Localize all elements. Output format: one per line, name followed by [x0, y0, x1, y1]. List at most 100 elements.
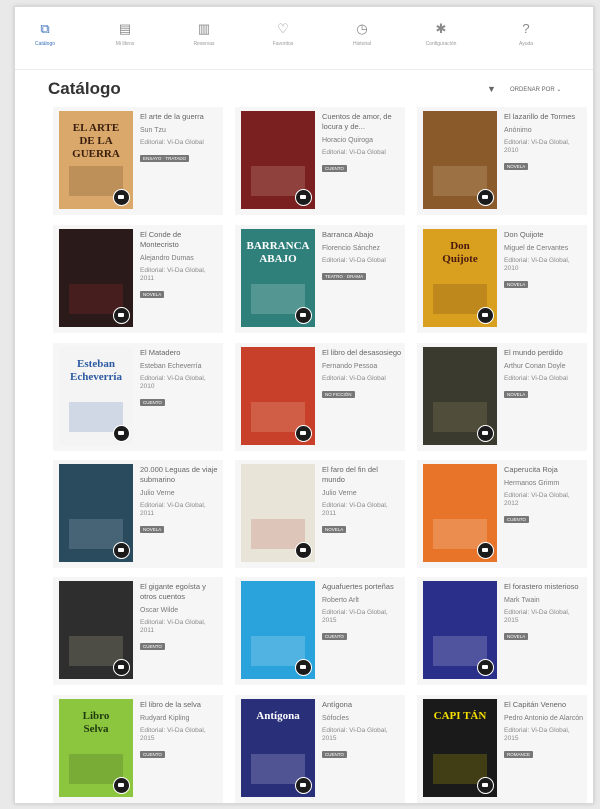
book-cover[interactable] — [241, 111, 315, 209]
book-author: Pedro Antonio de Alarcón — [504, 715, 584, 722]
book-author: Miguel de Cervantes — [504, 245, 569, 252]
book-title[interactable]: El Conde de Montecristo — [140, 230, 220, 250]
book-card[interactable]: El lazarillo de Tormes Anónimo Editorial: … — [417, 107, 587, 215]
book-publisher: Editorial: Vi-Da Global — [140, 139, 204, 146]
book-card[interactable]: El mundo perdido Arthur Conan Doyle Editor… — [417, 343, 587, 451]
book-title[interactable]: Don Quijote — [504, 230, 584, 240]
book-author: Fernando Pessoa — [322, 363, 378, 370]
book-icon[interactable] — [113, 425, 130, 442]
book-cover[interactable]: Esteban Echeverría — [59, 347, 133, 445]
book-title[interactable]: El libro del desasosiego — [322, 348, 402, 358]
book-cover[interactable]: CAPI TÁN — [423, 699, 497, 797]
book-card[interactable]: Esteban Echeverría El Matadero Esteban Eche… — [53, 343, 223, 451]
book-author: Horacio Quiroga — [322, 137, 373, 144]
nav-item-catalog[interactable]: ⧉ Catálogo — [10, 21, 80, 47]
book-cover[interactable] — [59, 464, 133, 562]
book-cover[interactable] — [423, 464, 497, 562]
book-title[interactable]: Aguafuertes porteñas — [322, 582, 402, 592]
book-title[interactable]: Barranca Abajo — [322, 230, 402, 240]
svg-text:Libro: Libro — [83, 710, 110, 722]
book-card[interactable]: El forastero misterioso Mark Twain Editori… — [417, 577, 587, 685]
book-title[interactable]: El arte de la guerra — [140, 112, 220, 122]
filter-icon[interactable]: ▼ — [487, 84, 496, 94]
sort-dropdown[interactable]: ORDENAR POR ⌄ — [510, 86, 561, 93]
book-author: Esteban Echeverría — [140, 363, 202, 370]
book-icon[interactable] — [477, 425, 494, 442]
book-author: Sun Tzu — [140, 127, 166, 134]
book-title[interactable]: Caperucita Roja — [504, 465, 584, 475]
book-icon[interactable] — [295, 777, 312, 794]
reservations-icon: ▥ — [197, 21, 211, 36]
nav-label: Configuración — [425, 41, 457, 47]
nav-item-reservations[interactable]: ▥ Reservas — [169, 21, 239, 47]
book-icon[interactable] — [295, 189, 312, 206]
book-cover[interactable]: EL ARTE DE LA GUERRA — [59, 111, 133, 209]
book-card[interactable]: El libro del desasosiego Fernando Pessoa E… — [235, 343, 405, 451]
book-title[interactable]: El forastero misterioso — [504, 582, 584, 592]
nav-item-gear[interactable]: ✱ Configuración — [406, 21, 476, 47]
book-card[interactable]: El gigante egoísta y otros cuentos Oscar … — [53, 577, 223, 685]
book-card[interactable]: 20.000 Leguas de viaje submarino Julio Ve… — [53, 460, 223, 568]
book-title[interactable]: El Capitán Veneno — [504, 700, 584, 710]
nav-item-help[interactable]: ? Ayuda — [491, 21, 561, 47]
book-info: El Capitán Veneno Pedro Antonio de Alarcó… — [504, 700, 584, 761]
nav-item-history[interactable]: ◷ Historial — [327, 21, 397, 47]
book-icon[interactable] — [113, 307, 130, 324]
book-icon[interactable] — [477, 777, 494, 794]
book-card[interactable]: EL ARTE DE LA GUERRA El arte de la guerra Su… — [53, 107, 223, 215]
book-icon[interactable] — [295, 542, 312, 559]
book-publisher: Editorial: Vi-Da Global, 2012 — [504, 492, 570, 507]
book-cover[interactable] — [423, 347, 497, 445]
book-icon[interactable] — [113, 189, 130, 206]
book-icon[interactable] — [295, 659, 312, 676]
book-card[interactable]: Caperucita Roja Hermanos Grimm Editorial: … — [417, 460, 587, 568]
book-icon[interactable] — [113, 777, 130, 794]
book-publisher: Editorial: Vi-Da Global, 2015 — [322, 727, 388, 742]
book-cover[interactable] — [241, 464, 315, 562]
book-card[interactable]: El Conde de Montecristo Alejandro Dumas Ed… — [53, 225, 223, 333]
book-card[interactable]: BARRANCA ABAJO Barranca Abajo Florencio Sán… — [235, 225, 405, 333]
book-card[interactable]: CAPI TÁN El Capitán Veneno Pedro Antonio d… — [417, 695, 587, 803]
svg-text:Antígona: Antígona — [256, 710, 300, 722]
book-title[interactable]: El Matadero — [140, 348, 220, 358]
book-title[interactable]: El mundo perdido — [504, 348, 584, 358]
book-icon[interactable] — [113, 659, 130, 676]
book-icon[interactable] — [477, 542, 494, 559]
book-title[interactable]: Antígona — [322, 700, 402, 710]
book-cover[interactable]: BARRANCA ABAJO — [241, 229, 315, 327]
book-title[interactable]: El lazarillo de Tormes — [504, 112, 584, 122]
book-icon[interactable] — [477, 307, 494, 324]
book-icon[interactable] — [295, 307, 312, 324]
book-card[interactable]: Libro Selva El libro de la selva Rudyard Ki… — [53, 695, 223, 803]
book-publisher: Editorial: Vi-Da Global, 2011 — [140, 267, 206, 282]
book-icon[interactable] — [295, 425, 312, 442]
book-cover[interactable] — [241, 581, 315, 679]
book-title[interactable]: Cuentos de amor, de locura y de... — [322, 112, 402, 132]
book-title[interactable]: El libro de la selva — [140, 700, 220, 710]
book-cover[interactable] — [241, 347, 315, 445]
book-card[interactable]: Cuentos de amor, de locura y de... Horaci… — [235, 107, 405, 215]
book-cover[interactable]: Libro Selva — [59, 699, 133, 797]
book-cover[interactable]: Don Quijote — [423, 229, 497, 327]
book-cover[interactable] — [59, 581, 133, 679]
svg-text:CAPI TÁN: CAPI TÁN — [434, 710, 487, 722]
book-publisher: Editorial: Vi-Da Global, 2015 — [140, 727, 206, 742]
nav-item-book[interactable]: ▤ Mi libros — [90, 21, 160, 47]
book-icon[interactable] — [113, 542, 130, 559]
svg-text:Don: Don — [450, 240, 470, 252]
book-cover[interactable] — [423, 581, 497, 679]
book-cover[interactable] — [423, 111, 497, 209]
nav-item-heart[interactable]: ♡ Favoritos — [248, 21, 318, 47]
book-title[interactable]: El gigante egoísta y otros cuentos — [140, 582, 220, 602]
book-title[interactable]: 20.000 Leguas de viaje submarino — [140, 465, 220, 485]
book-cover[interactable]: Antígona — [241, 699, 315, 797]
book-card[interactable]: Don Quijote Don Quijote Miguel de Cervantes… — [417, 225, 587, 333]
book-icon[interactable] — [477, 189, 494, 206]
book-card[interactable]: El faro del fin del mundo Julio Verne Edit… — [235, 460, 405, 568]
book-card[interactable]: Aguafuertes porteñas Roberto Arlt Editoria… — [235, 577, 405, 685]
book-card[interactable]: Antígona Antígona Sófocles Editorial: Vi-Da… — [235, 695, 405, 803]
nav-label: Ayuda — [518, 41, 534, 47]
book-cover[interactable] — [59, 229, 133, 327]
book-title[interactable]: El faro del fin del mundo — [322, 465, 402, 485]
book-icon[interactable] — [477, 659, 494, 676]
